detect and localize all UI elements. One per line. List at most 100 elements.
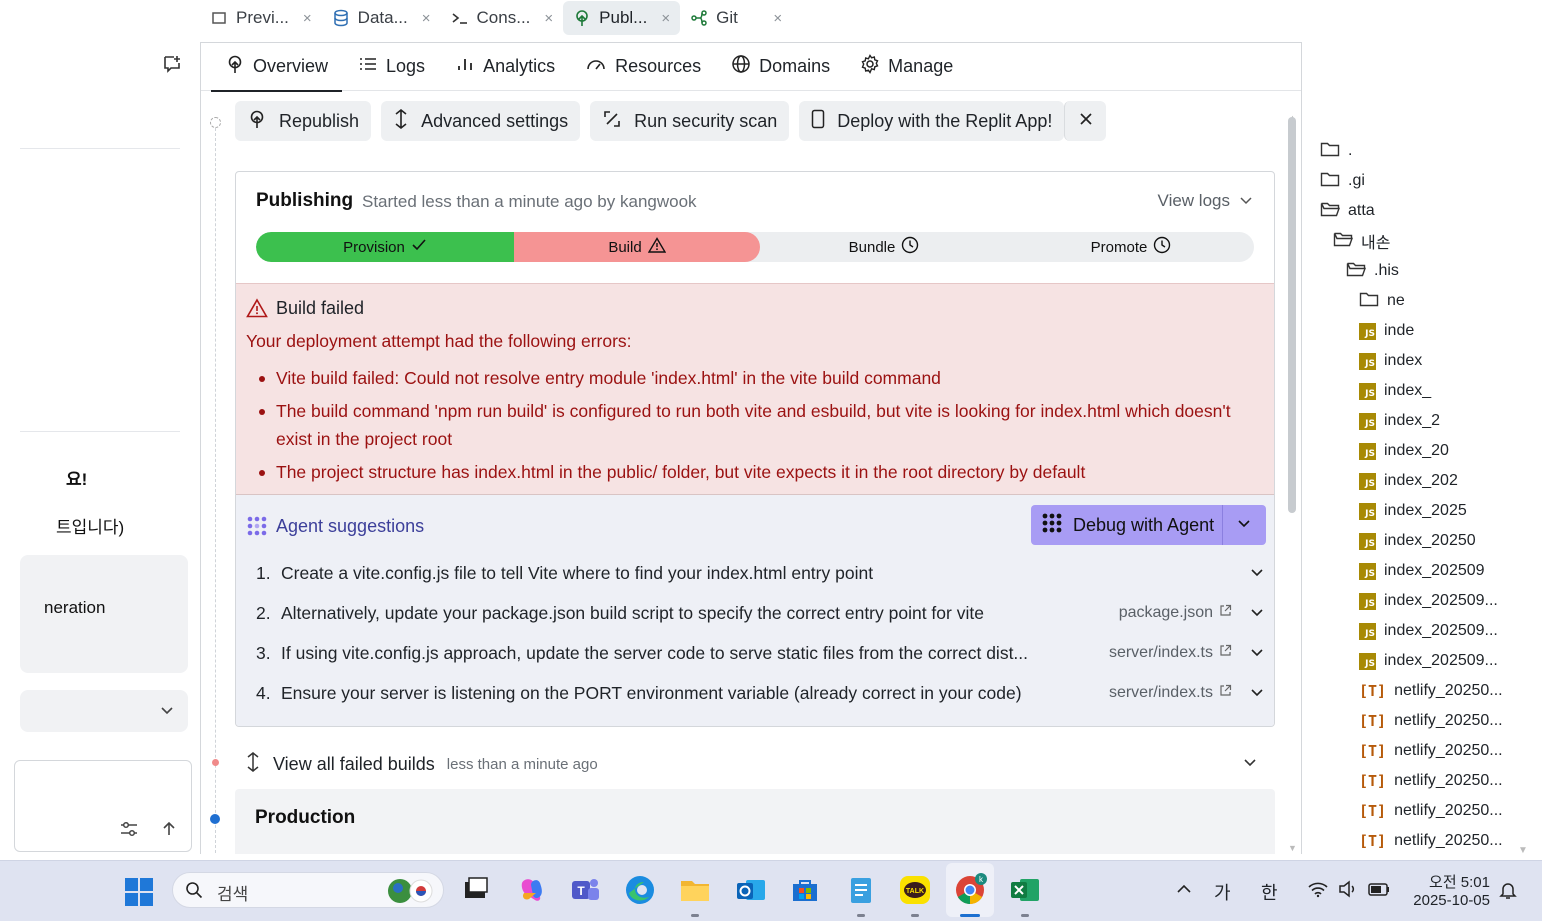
clock-date[interactable]: 2025-10-05 [1400,892,1490,909]
file-link[interactable]: package.json [1119,604,1232,622]
close-icon[interactable]: × [544,10,553,27]
send-arrow-icon[interactable] [161,821,177,842]
file-tree-item[interactable]: JS inde [1359,318,1414,344]
view-logs-button[interactable]: View logs [1158,191,1252,211]
deploy-app-button[interactable]: Deploy with the Replit App! [799,101,1065,141]
chevron-down-icon[interactable] [1250,643,1266,664]
chrome-icon[interactable]: k [953,873,987,907]
file-tree-label: index [1384,352,1423,369]
suggestion-item[interactable]: 4. Ensure your server is listening on th… [256,673,1266,713]
kakaotalk-icon[interactable]: TALK [898,873,932,907]
copilot-icon[interactable] [514,873,548,907]
file-link[interactable]: server/index.ts [1109,684,1232,702]
settings-sliders-icon[interactable] [119,821,139,842]
file-tree-item[interactable]: JS index_202 [1359,468,1458,494]
dismiss-button[interactable] [1064,101,1107,141]
outlook-icon[interactable] [734,873,768,907]
task-view-icon[interactable] [458,873,492,907]
file-tree-item[interactable]: [T] netlify_20250... [1359,828,1503,854]
file-link[interactable]: server/index.ts [1109,644,1232,662]
tab-manage[interactable]: Manage [860,43,953,91]
tab-resources[interactable]: Resources [585,43,701,91]
close-icon[interactable]: × [773,10,782,27]
chevron-down-icon[interactable] [1250,683,1266,704]
close-icon[interactable]: × [422,10,431,27]
ime-language[interactable]: 한 [1261,879,1278,905]
excel-icon[interactable] [1008,873,1042,907]
chat-input[interactable] [14,760,192,852]
scroll-down-arrow[interactable]: ▼ [1288,843,1297,853]
file-tree-item[interactable]: [T] netlify_20250... [1359,708,1503,734]
tab-console[interactable]: Cons... × [441,1,564,35]
teams-icon[interactable]: T [568,873,602,907]
file-tree-item[interactable]: [T] netlify_20250... [1359,738,1503,764]
file-tree: . .gi atta 내손 .his ne JS inde JS index JS index_ JS i… [1310,90,1542,860]
tab-logs[interactable]: Logs [358,43,425,91]
tab-publishing[interactable]: Publ... × [563,1,681,35]
file-link-label: package.json [1118,604,1213,621]
file-tree-item[interactable]: ne [1359,288,1405,314]
error-title: Build failed [276,298,365,318]
file-tree-item[interactable]: JS index_2025 [1359,498,1467,524]
ime-mode[interactable]: 가 [1214,879,1231,905]
windows-start-icon[interactable] [124,877,154,912]
dropdown[interactable] [20,690,188,732]
tab-analytics[interactable]: Analytics [455,43,555,91]
file-tree-item[interactable]: JS index_202509... [1359,648,1498,674]
clock-time[interactable]: 오전 5:01 [1410,871,1490,892]
close-icon[interactable]: × [303,10,312,27]
advanced-settings-button[interactable]: Advanced settings [381,101,581,141]
security-scan-button[interactable]: Run security scan [590,101,790,141]
chevron-down-icon[interactable] [1250,603,1266,624]
view-failed-builds[interactable]: View all failed builds less than a minut… [245,749,1275,779]
tab-overview[interactable]: Overview [210,43,343,92]
taskbar-search[interactable]: 검색 [172,872,444,908]
tab-preview[interactable]: Previ... × [200,1,322,35]
file-tree-item[interactable]: [T] netlify_20250... [1359,768,1503,794]
notification-bell-icon[interactable] [1498,880,1518,905]
scrollbar-thumb[interactable] [1288,117,1296,513]
notepad-icon[interactable] [844,873,878,907]
file-tree-item[interactable]: JS index [1359,348,1422,374]
file-explorer-icon[interactable] [678,873,712,907]
publishing-title: Publishing [256,190,354,211]
file-tree-item[interactable]: . [1320,138,1352,164]
file-tree-item[interactable]: JS index_20250 [1359,528,1476,554]
debug-with-agent-button[interactable]: Debug with Agent [1031,505,1266,545]
tab-git[interactable]: Git × [680,1,792,35]
file-tree-item[interactable]: JS index_202509... [1359,618,1498,644]
file-tree-item[interactable]: JS index_2 [1359,408,1440,434]
wifi-icon[interactable] [1307,880,1329,903]
tab-domains[interactable]: Domains [731,43,830,91]
battery-icon[interactable] [1367,880,1391,903]
suggestion-item[interactable]: 1. Create a vite.config.js file to tell … [256,553,1266,593]
suggestion-item[interactable]: 2. Alternatively, update your package.js… [256,593,1266,633]
volume-icon[interactable] [1338,880,1358,903]
suggestion-item[interactable]: 3. If using vite.config.js approach, upd… [256,633,1266,673]
chevron-down-icon[interactable] [1237,516,1251,535]
chevron-down-icon[interactable] [1250,563,1266,584]
close-icon[interactable]: × [661,10,670,27]
chat-card[interactable]: neration [20,555,188,673]
text-file-icon: [T] [1359,712,1387,730]
file-tree-item[interactable]: atta [1320,198,1375,224]
file-tree-item[interactable]: .his [1346,258,1399,284]
file-tree-item[interactable]: .gi [1320,168,1365,194]
new-chat-icon[interactable] [162,54,182,79]
scrollbar[interactable]: ▲ ▼ [1287,113,1297,853]
file-tree-item[interactable]: [T] netlify_20250... [1359,798,1503,824]
file-tree-item[interactable]: JS index_202509... [1359,588,1498,614]
edge-icon[interactable] [623,873,657,907]
file-tree-item[interactable]: 내손 [1333,228,1390,254]
chevron-down-icon[interactable] [1243,755,1257,774]
file-tree-item[interactable]: JS index_20 [1359,438,1449,464]
debug-main[interactable]: Debug with Agent [1031,505,1223,545]
tree-scroll-down-arrow[interactable]: ▼ [1518,845,1528,856]
file-tree-item[interactable]: [T] netlify_20250... [1359,678,1503,704]
chevron-up-icon[interactable] [1176,882,1192,901]
file-tree-item[interactable]: JS index_202509 [1359,558,1485,584]
republish-button[interactable]: Republish [235,101,372,141]
store-icon[interactable] [788,873,822,907]
tab-database[interactable]: Data... × [322,1,441,35]
file-tree-item[interactable]: JS index_ [1359,378,1431,404]
